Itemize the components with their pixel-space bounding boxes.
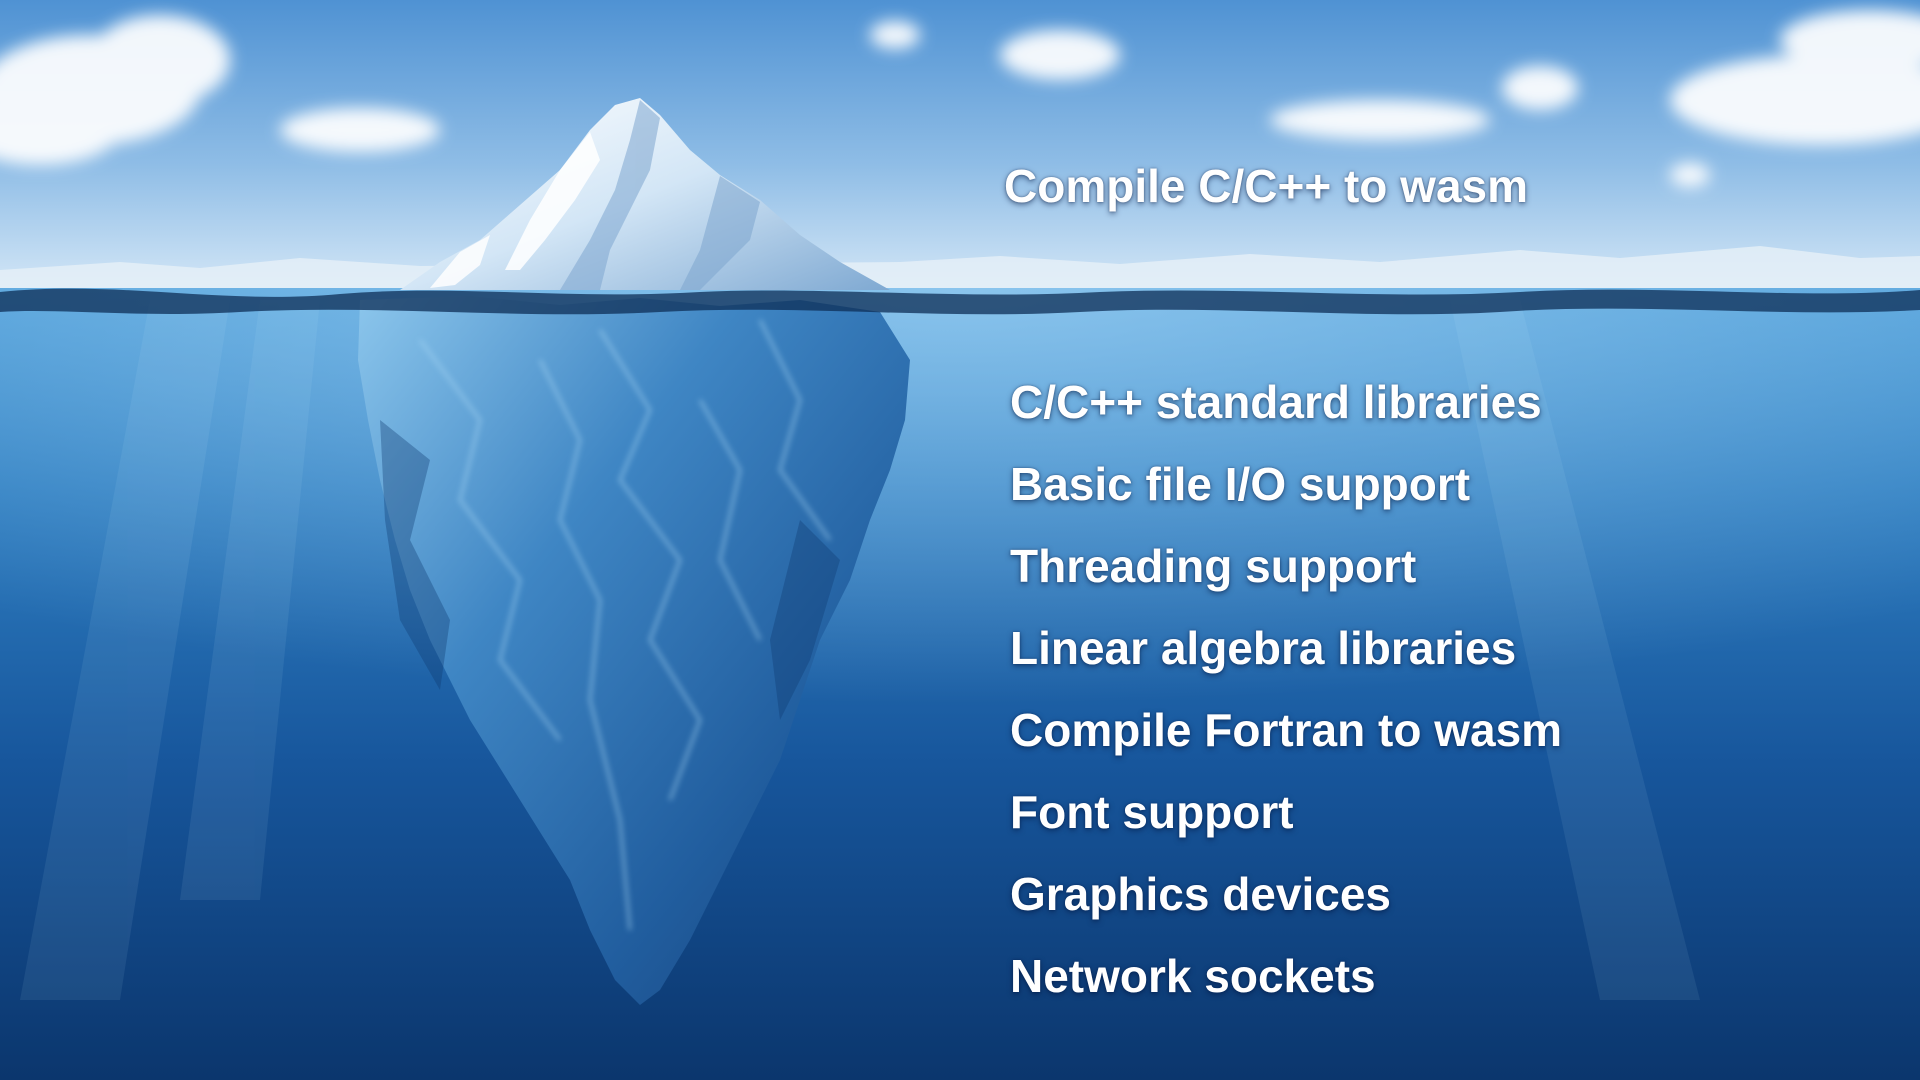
above-water-caption: Compile C/C++ to wasm — [1004, 160, 1529, 212]
below-water-item: Network sockets — [1010, 950, 1376, 1002]
below-water-item: Linear algebra libraries — [1010, 622, 1517, 674]
below-water-item: C/C++ standard libraries — [1010, 376, 1542, 428]
slide: Compile C/C++ to wasm C/C++ standard lib… — [0, 0, 1920, 1080]
below-water-item: Basic file I/O support — [1010, 458, 1471, 510]
below-water-item: Compile Fortran to wasm — [1010, 704, 1563, 756]
below-water-item: Threading support — [1010, 540, 1417, 592]
below-water-list: C/C++ standard libraries Basic file I/O … — [1010, 374, 1562, 1030]
below-water-item: Font support — [1010, 786, 1294, 838]
below-water-item: Graphics devices — [1010, 868, 1391, 920]
iceberg-illustration — [0, 0, 1920, 1080]
